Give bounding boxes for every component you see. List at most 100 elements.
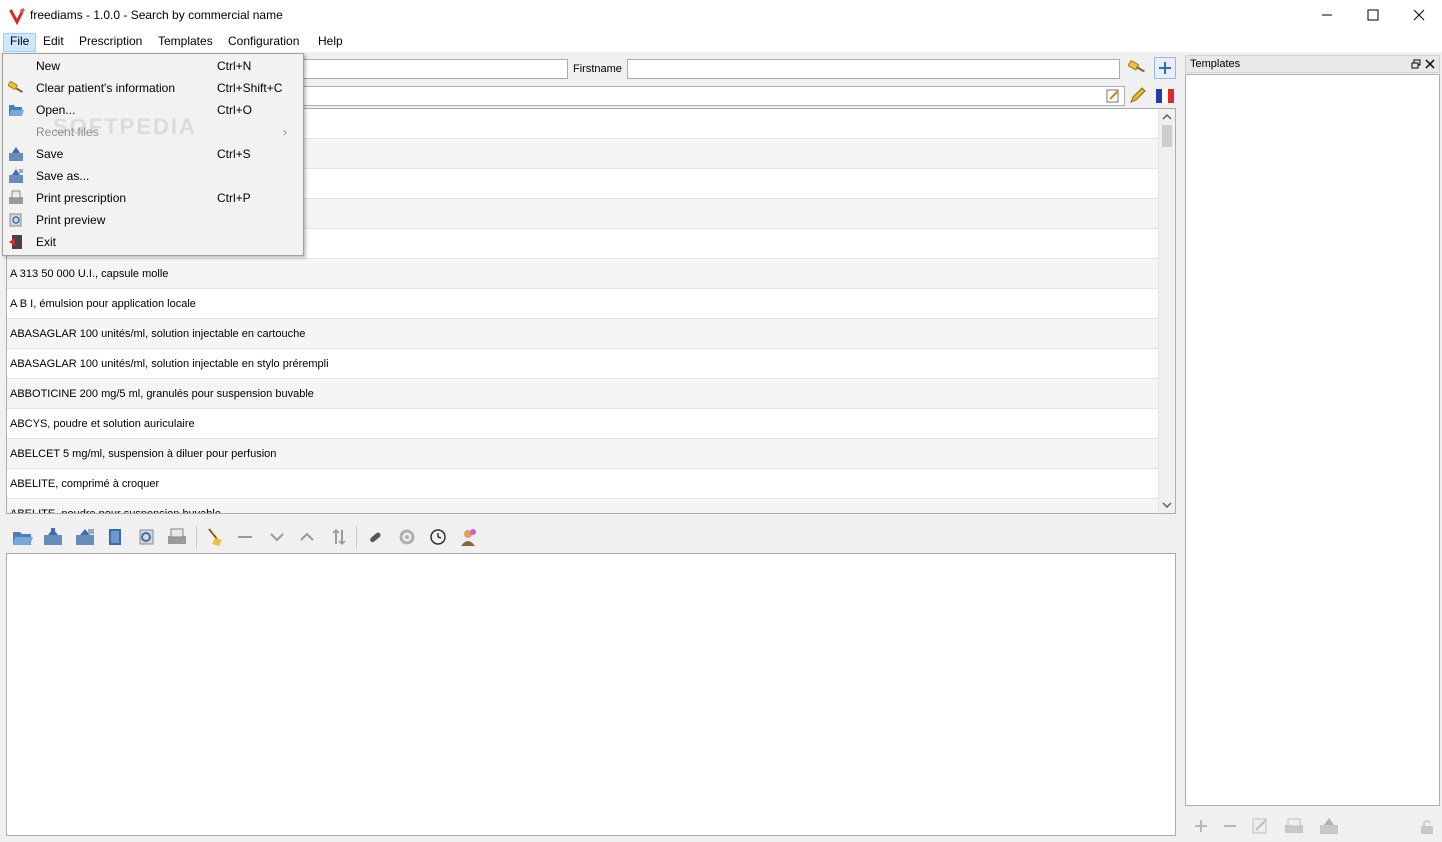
broom-icon [208, 528, 222, 546]
pill-icon [370, 532, 381, 543]
toolbar-separator [196, 526, 197, 548]
list-item[interactable]: ABBOTICINE 200 mg/5 ml, granulés pour su… [7, 379, 1158, 409]
menu-templates[interactable]: Templates [152, 33, 219, 52]
save-as-prescription-button[interactable] [72, 524, 98, 550]
firstname-input[interactable] [627, 59, 1120, 79]
list-item[interactable]: ABELCET 5 mg/ml, suspension à diluer pou… [7, 439, 1158, 469]
search-mode-button[interactable] [1126, 85, 1148, 107]
maximize-button[interactable] [1350, 0, 1396, 30]
folder-open-icon [9, 105, 24, 116]
add-patient-button[interactable] [1154, 57, 1176, 79]
broom-icon [8, 81, 23, 93]
menu-prescription[interactable]: Prescription [73, 33, 148, 52]
templates-list[interactable] [1185, 74, 1440, 806]
open-prescription-button[interactable] [10, 524, 36, 550]
close-icon[interactable] [1425, 59, 1435, 69]
menu-configuration[interactable]: Configuration [222, 33, 305, 52]
remove-drug-button[interactable] [232, 524, 258, 550]
scroll-down-icon[interactable] [1159, 500, 1175, 510]
drug-list-scrollbar[interactable] [1158, 109, 1175, 513]
close-button[interactable] [1396, 0, 1442, 30]
exit-icon [9, 235, 22, 249]
folder-open-icon [13, 532, 33, 545]
move-down-button[interactable] [264, 524, 290, 550]
save-as-icon [9, 169, 23, 183]
print-preview-button[interactable] [134, 524, 160, 550]
title-bar: freediams - 1.0.0 - Search by commercial… [0, 0, 1442, 31]
menu-item-save[interactable]: Save Ctrl+S [3, 143, 303, 165]
list-item[interactable]: ABASAGLAR 100 unités/ml, solution inject… [7, 349, 1158, 379]
date-button[interactable] [425, 524, 451, 550]
chevron-down-icon [270, 533, 284, 542]
menu-edit[interactable]: Edit [37, 33, 70, 52]
maximize-icon [1367, 9, 1379, 21]
firstname-label: Firstname [573, 63, 622, 75]
print-preview-icon [9, 213, 22, 227]
pencil-icon [1130, 87, 1146, 103]
menu-bar: File Edit Prescription Templates Configu… [0, 31, 1442, 52]
chevron-up-icon [300, 532, 314, 541]
gear-icon [399, 529, 415, 545]
sort-icon [332, 528, 346, 546]
book-icon [109, 529, 121, 545]
save-icon[interactable] [1318, 817, 1340, 835]
broom-icon [1127, 60, 1145, 73]
lock-icon[interactable] [1419, 819, 1435, 835]
drug-info-button[interactable] [362, 524, 388, 550]
add-icon[interactable] [1193, 818, 1209, 834]
minimize-button[interactable] [1304, 0, 1350, 30]
list-item[interactable]: ABCYS, poudre et solution auriculaire [7, 409, 1158, 439]
sort-button[interactable] [326, 524, 352, 550]
float-icon[interactable] [1411, 59, 1421, 69]
list-item[interactable]: A B I, émulsion pour application locale [7, 289, 1158, 319]
save-icon [9, 147, 23, 161]
menu-item-print-preview[interactable]: Print preview [3, 209, 303, 231]
print-icon[interactable] [1284, 817, 1304, 835]
minus-icon [238, 536, 252, 538]
list-item[interactable]: A 313 50 000 U.I., capsule molle [7, 259, 1158, 289]
language-button[interactable] [1154, 85, 1176, 107]
toolbar-separator [356, 526, 357, 548]
templates-title-label: Templates [1190, 58, 1241, 70]
prescriber-button[interactable] [455, 524, 481, 550]
save-prescription-button[interactable] [40, 524, 66, 550]
clear-prescription-button[interactable] [202, 524, 228, 550]
scroll-up-icon[interactable] [1159, 112, 1175, 122]
move-up-button[interactable] [294, 524, 320, 550]
prescription-area[interactable] [6, 553, 1176, 836]
templates-dock: Templates [1184, 53, 1442, 842]
scrollbar-thumb[interactable] [1162, 125, 1172, 147]
minimize-icon [1322, 14, 1332, 16]
menu-item-clear-patient[interactable]: Clear patient's information Ctrl+Shift+C [3, 77, 303, 99]
clear-patient-button[interactable] [1126, 57, 1148, 79]
patient-name-input[interactable] [300, 59, 568, 79]
menu-item-recent-files: Recent files › [3, 121, 303, 143]
drug-book-button[interactable] [102, 524, 128, 550]
menu-item-new[interactable]: New Ctrl+N [3, 55, 303, 77]
file-menu: SOFTPEDIA New Ctrl+N Clear patient's inf… [2, 53, 304, 256]
edit-icon[interactable] [1251, 817, 1269, 835]
menu-file[interactable]: File [3, 33, 37, 52]
list-item[interactable]: ABELITE, poudre pour suspension buvable [7, 499, 1158, 513]
print-icon [168, 528, 186, 544]
plus-icon [1159, 62, 1171, 74]
menu-help[interactable]: Help [312, 33, 349, 52]
menu-item-save-as[interactable]: Save as... [3, 165, 303, 187]
templates-title: Templates [1185, 55, 1440, 73]
list-item[interactable]: ABASAGLAR 100 unités/ml, solution inject… [7, 319, 1158, 349]
templates-toolbar [1185, 811, 1440, 841]
drug-search-input[interactable] [300, 86, 1125, 106]
menu-item-exit[interactable]: Exit [3, 231, 303, 253]
menu-item-open[interactable]: Open... Ctrl+O [3, 99, 303, 121]
app-logo-icon [9, 8, 25, 25]
edit-icon[interactable] [1106, 89, 1120, 103]
prescription-toolbar [6, 522, 606, 550]
interactions-button[interactable] [394, 524, 420, 550]
close-icon [1413, 9, 1425, 21]
menu-item-print-prescription[interactable]: Print prescription Ctrl+P [3, 187, 303, 209]
print-preview-icon [139, 529, 154, 545]
minus-icon[interactable] [1222, 818, 1238, 834]
list-item[interactable]: ABELITE, comprimé à croquer [7, 469, 1158, 499]
print-button[interactable] [164, 524, 190, 550]
france-flag-icon [1156, 89, 1174, 103]
